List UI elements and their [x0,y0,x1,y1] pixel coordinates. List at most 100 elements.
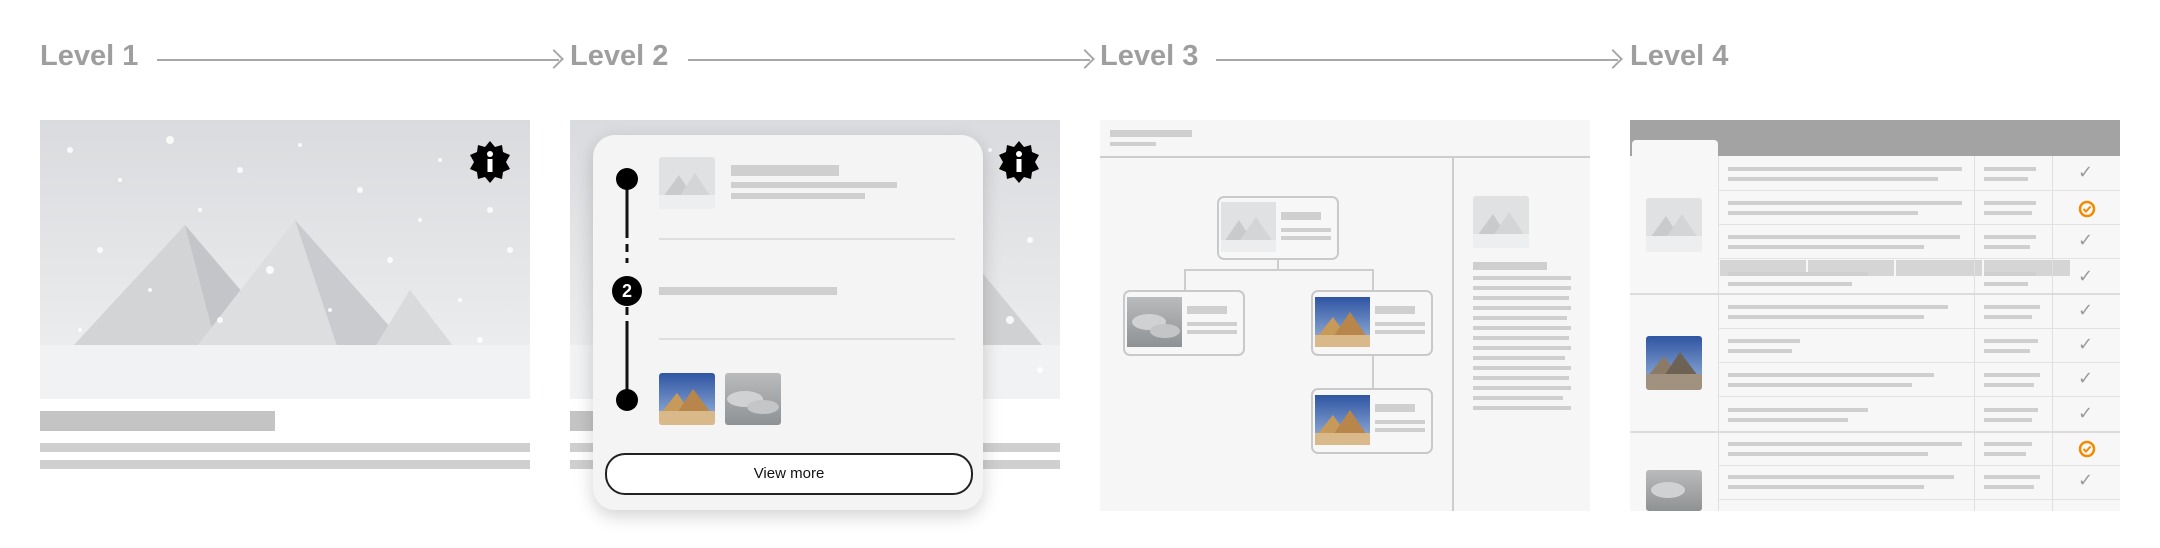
table-row [1728,167,1962,171]
table-row [1728,211,1918,215]
tree-node-root[interactable] [1217,196,1339,260]
row-divider [1718,362,2120,363]
node-title-placeholder [1281,212,1321,220]
table-cell [1984,383,2034,387]
row-divider [1718,190,2120,191]
table-row [1728,177,1938,181]
detail-text-placeholder [1473,386,1571,390]
detail-text-placeholder [1473,336,1569,340]
node-text-placeholder [1281,228,1331,232]
table-cell [1984,235,2036,239]
checkmark-icon[interactable]: ✓ [2078,162,2093,183]
timeline-item-text-placeholder [731,182,897,188]
table-row [1728,272,1868,276]
table-cell [1984,282,2028,286]
info-badge-icon[interactable] [469,141,511,188]
timeline-popup: 2 View more [593,135,983,510]
checkmark-icon[interactable]: ✓ [2078,470,2093,491]
tree-node-grandchild[interactable] [1311,388,1433,454]
level-3-label: Level 3 [1100,40,1199,72]
node-title-placeholder [1187,306,1227,314]
detail-text-placeholder [1473,366,1571,370]
checkmark-icon[interactable]: ✓ [2078,300,2093,321]
table-cell [1984,315,2032,319]
tree-node-right[interactable] [1311,290,1433,356]
table-cell [1984,245,2030,249]
table-group-thumbnail-snow [1646,198,1702,252]
table-row [1728,315,1924,319]
table-cell [1984,485,2034,489]
detail-text-placeholder [1473,316,1567,320]
table-group-thumbnail-pyramids [1646,336,1702,390]
row-divider [1718,499,2120,500]
orange-status-icon[interactable] [2078,200,2096,223]
node-title-placeholder [1375,404,1415,412]
checkmark-icon[interactable]: ✓ [2078,403,2093,424]
detail-text-placeholder [1473,376,1569,380]
table-cell [1984,272,2036,276]
level-3-detail-thumbnail [1473,196,1529,248]
row-divider [1718,224,2120,225]
table-row [1728,383,1912,387]
detail-text-placeholder [1473,326,1571,330]
checkmark-icon[interactable]: ✓ [2078,230,2093,251]
level-1-snow-pyramids-image [40,120,530,399]
level-3-diagram-view [1100,120,1590,511]
view-more-button[interactable]: View more [605,453,973,495]
row-divider [1718,465,2120,466]
orange-status-icon[interactable] [2078,440,2096,463]
tree-node-left[interactable] [1123,290,1245,356]
table-row [1728,349,1792,353]
detail-text-placeholder [1473,276,1571,280]
arrow-level-1-to-2 [157,59,559,61]
detail-text-placeholder [1473,286,1571,290]
timeline-step-2-placeholder [659,287,837,295]
table-cell [1984,408,2038,412]
checkmark-icon[interactable]: ✓ [2078,334,2093,355]
table-tab-active[interactable] [1632,140,1718,158]
table-group-thumbnail-fog [1646,470,1702,511]
level-3-header-placeholder [1110,130,1192,137]
column-divider [2052,156,2053,511]
table-tab[interactable] [1896,260,1982,276]
table-row [1728,339,1800,343]
table-cell [1984,442,2032,446]
level-4-table-view: ✓ ✓ ✓ ✓ ✓ ✓ ✓ ✓ [1630,120,2120,511]
table-cell [1984,177,2028,181]
tree-connector [1184,269,1186,292]
tree-connector [1184,269,1374,271]
level-2-text-placeholder-3 [983,443,1060,452]
table-row [1728,305,1948,309]
node-text-placeholder [1187,330,1237,334]
timeline-thumbnail-snow[interactable] [659,157,715,209]
table-row [1728,282,1852,286]
group-divider [1630,293,2120,295]
info-badge-icon[interactable] [998,141,1040,188]
level-1-text-placeholder-2 [40,460,530,469]
table-cell [1984,167,2036,171]
table-cell [1984,452,2026,456]
table-row [1728,485,1924,489]
table-row [1728,408,1868,412]
table-row [1728,452,1928,456]
table-cell [1984,475,2040,479]
timeline-thumbnail-fog[interactable] [725,373,781,425]
level-2-text-placeholder-4 [983,460,1060,469]
checkmark-icon[interactable]: ✓ [2078,368,2093,389]
timeline-item-title-placeholder [731,165,839,176]
detail-text-placeholder [1473,306,1571,310]
level-4-label: Level 4 [1630,40,1729,72]
row-divider [1718,328,2120,329]
timeline-item-text-placeholder [731,193,865,199]
detail-text-placeholder [1473,356,1565,360]
detail-text-placeholder [1473,296,1569,300]
table-row [1728,201,1962,205]
tree-connector [1372,354,1374,390]
table-cell [1984,211,2032,215]
level-1-label: Level 1 [40,40,139,72]
level-3-header-sub-placeholder [1110,142,1156,146]
timeline-thumbnail-pyramids[interactable] [659,373,715,425]
table-cell [1984,201,2036,205]
checkmark-icon[interactable]: ✓ [2078,266,2093,287]
column-divider [1974,156,1975,511]
